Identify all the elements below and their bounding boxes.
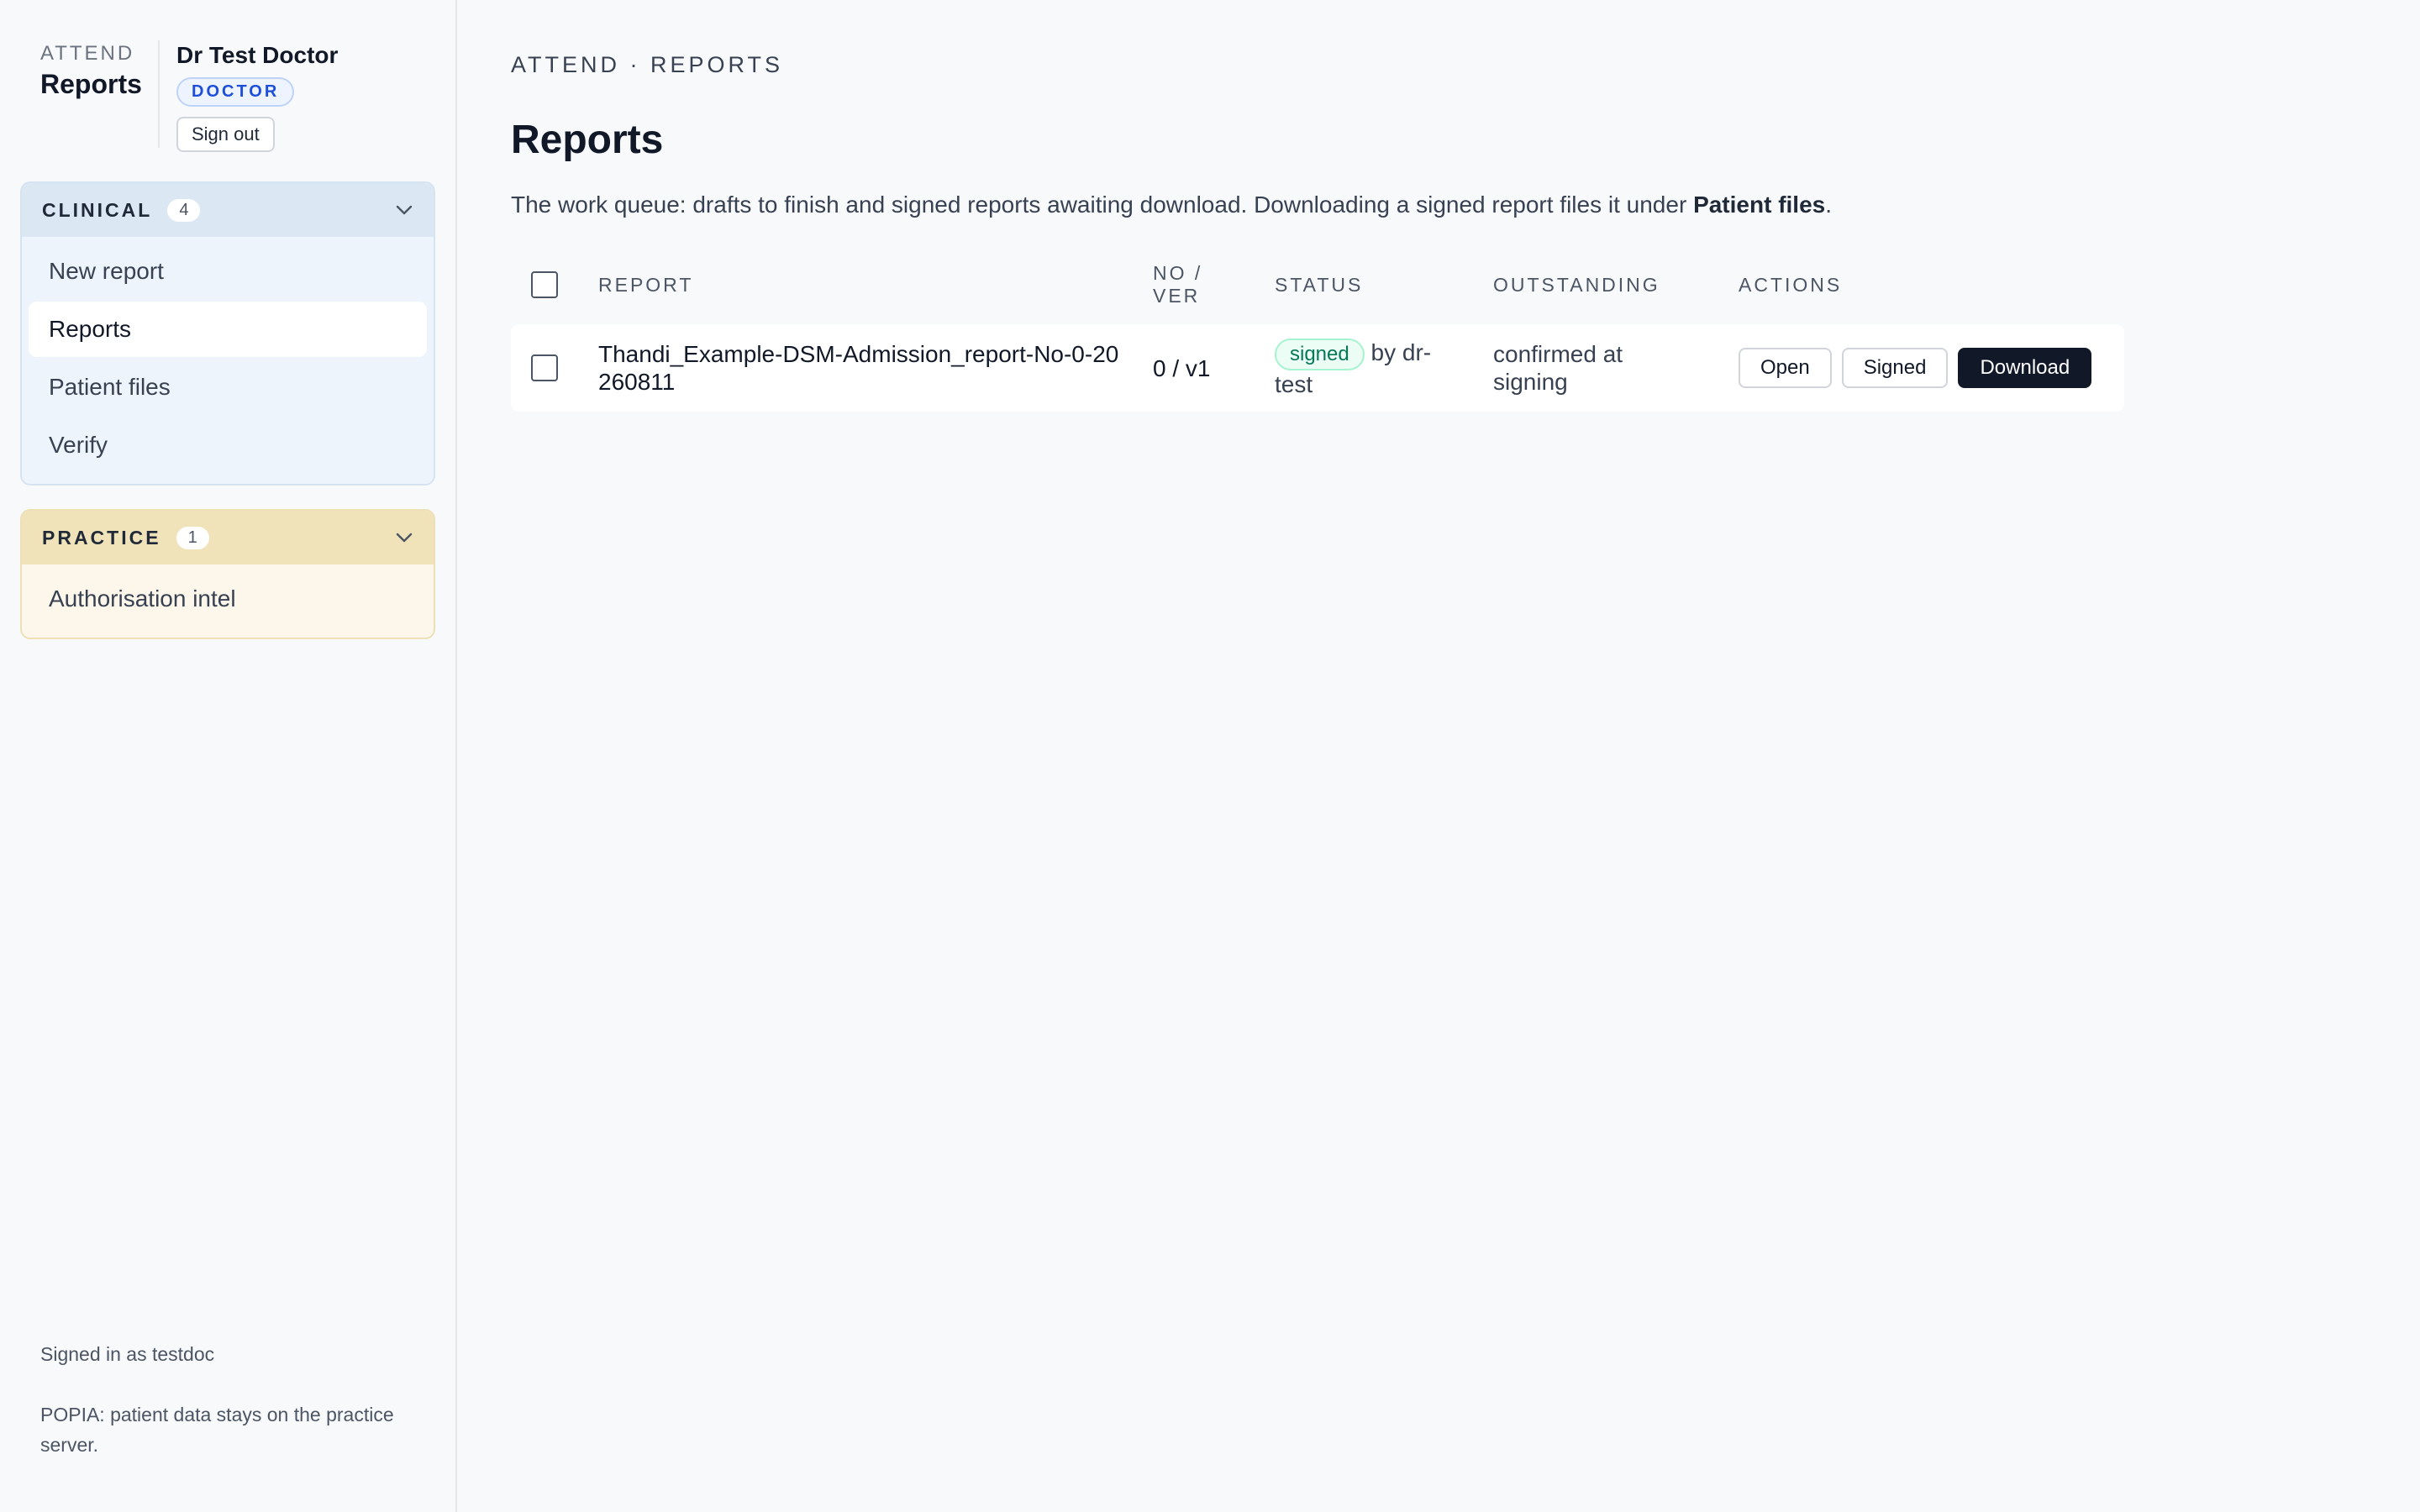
sidebar-item-new-report[interactable]: New report xyxy=(29,244,427,299)
intro-text: The work queue: drafts to finish and sig… xyxy=(511,192,1694,218)
sidebar-footer: Signed in as testdoc POPIA: patient data… xyxy=(40,1339,422,1460)
app-name: ATTEND xyxy=(40,42,135,65)
column-header-actions: ACTIONS xyxy=(1739,273,1843,296)
sidebar-item-authorisation-intel[interactable]: Authorisation intel xyxy=(29,571,427,627)
status-cell: signed by dr-test xyxy=(1275,338,1493,398)
page-description: The work queue: drafts to finish and sig… xyxy=(511,192,2420,218)
row-select-checkbox[interactable] xyxy=(531,354,558,381)
breadcrumb: ATTEND · REPORTS xyxy=(511,52,784,77)
intro-end: . xyxy=(1825,192,1833,218)
group-title: CLINICAL xyxy=(42,198,153,221)
column-header-no-ver: NO / VER xyxy=(1153,262,1203,307)
row-actions: Open Signed Download xyxy=(1739,348,2124,388)
signed-button[interactable]: Signed xyxy=(1841,348,1949,388)
popia-notice: POPIA: patient data stays on the practic… xyxy=(40,1404,394,1456)
nav-list: Authorisation intel xyxy=(22,564,434,638)
chevron-down-icon[interactable] xyxy=(395,201,413,219)
intro-bold-text: Patient files xyxy=(1693,192,1826,218)
outstanding-text: confirmed at signing xyxy=(1493,341,1623,395)
column-header-report: REPORT xyxy=(598,273,694,296)
nav-group-practice: PRACTICE 1 Authorisation intel xyxy=(20,509,435,639)
table-header: REPORT NO / VER STATUS OUTSTANDING ACTIO… xyxy=(511,257,2124,312)
group-header-clinical[interactable]: CLINICAL 4 xyxy=(22,183,434,237)
brand-header: ATTEND Reports Dr Test Doctor DOCTOR Sig… xyxy=(20,0,435,152)
status-badge: signed xyxy=(1275,338,1365,370)
brand-page-title: Reports xyxy=(40,69,142,99)
report-no-ver: 0 / v1 xyxy=(1153,354,1211,381)
sidebar-item-patient-files[interactable]: Patient files xyxy=(29,360,427,415)
row-checkbox-cell xyxy=(511,354,598,381)
page-title: Reports xyxy=(511,118,664,162)
report-filename: Thandi_Example-DSM-Admission_report-No-0… xyxy=(598,341,1119,395)
role-badge: DOCTOR xyxy=(176,77,295,107)
user-block: Dr Test Doctor DOCTOR Sign out xyxy=(158,40,339,152)
brand-block: ATTEND Reports xyxy=(20,40,158,148)
sidebar: ATTEND Reports Dr Test Doctor DOCTOR Sig… xyxy=(0,0,457,1512)
group-title: PRACTICE xyxy=(42,526,161,549)
column-header-status: STATUS xyxy=(1275,273,1364,296)
group-header-practice[interactable]: PRACTICE 1 xyxy=(22,511,434,564)
sign-out-button[interactable]: Sign out xyxy=(176,117,275,152)
group-count-badge: 4 xyxy=(167,198,201,222)
open-button[interactable]: Open xyxy=(1739,348,1832,388)
nav-group-clinical: CLINICAL 4 New report Reports Patient fi… xyxy=(20,181,435,486)
nav-list: New report Reports Patient files Verify xyxy=(22,237,434,484)
table-row: Thandi_Example-DSM-Admission_report-No-0… xyxy=(511,324,2124,412)
chevron-down-icon[interactable] xyxy=(395,528,413,547)
app-root: ATTEND Reports Dr Test Doctor DOCTOR Sig… xyxy=(0,0,2420,1512)
main-content: ATTEND · REPORTS Reports The work queue:… xyxy=(457,0,2420,1512)
select-all-checkbox[interactable] xyxy=(531,271,558,298)
header-checkbox-cell xyxy=(511,271,598,298)
sidebar-item-reports[interactable]: Reports xyxy=(29,302,427,357)
signed-in-text: Signed in as testdoc xyxy=(40,1343,215,1365)
user-name: Dr Test Doctor xyxy=(176,42,339,68)
group-count-badge: 1 xyxy=(176,526,209,549)
download-button[interactable]: Download xyxy=(1958,348,2092,388)
reports-table: REPORT NO / VER STATUS OUTSTANDING ACTIO… xyxy=(511,257,2124,412)
column-header-outstanding: OUTSTANDING xyxy=(1493,273,1660,296)
sidebar-item-verify[interactable]: Verify xyxy=(29,417,427,473)
